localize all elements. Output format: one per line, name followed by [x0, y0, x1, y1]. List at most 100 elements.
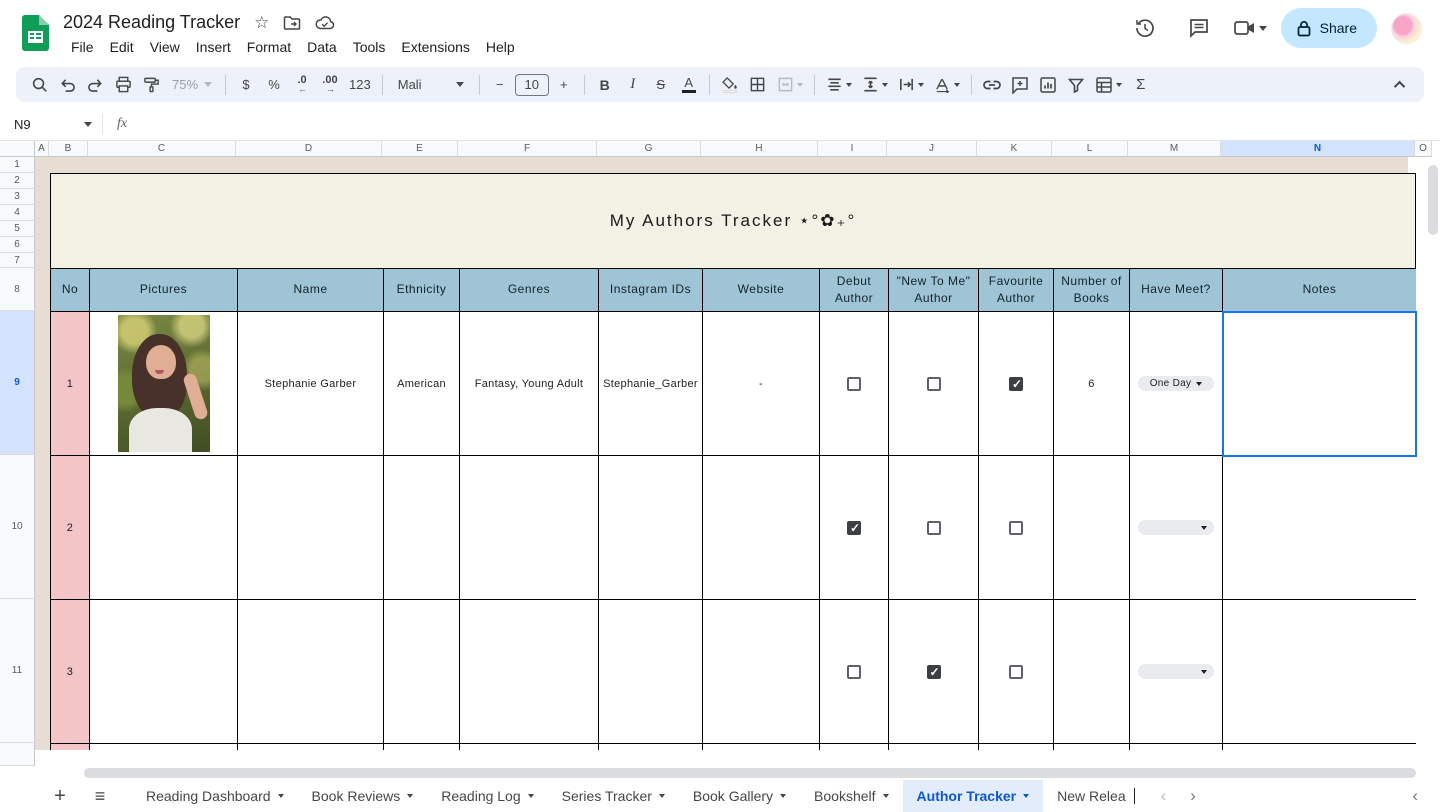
cell-genres[interactable] [460, 600, 599, 744]
menu-help[interactable]: Help [478, 37, 523, 57]
font-size-input[interactable]: 10 [514, 73, 549, 96]
cell-website[interactable] [703, 744, 820, 750]
have-meet-dropdown[interactable] [1138, 664, 1214, 679]
cell-instagram[interactable] [599, 456, 703, 600]
menu-insert[interactable]: Insert [188, 37, 239, 57]
cell-debut-author[interactable] [820, 456, 889, 600]
all-sheets-menu-button[interactable]: ≡ [84, 780, 116, 812]
sheets-logo-icon[interactable] [22, 15, 49, 51]
cell-favourite-author[interactable] [979, 456, 1054, 600]
checkbox[interactable] [847, 664, 861, 679]
header-favourite-author[interactable]: Favourite Author [979, 269, 1054, 312]
insert-link-button[interactable] [979, 72, 1005, 98]
column-header-k[interactable]: K [977, 141, 1052, 157]
have-meet-dropdown[interactable]: One Day [1138, 376, 1214, 391]
column-header-a[interactable]: A [35, 141, 49, 157]
row-header-4[interactable]: 4 [0, 205, 35, 221]
cell-ethnicity[interactable] [384, 744, 460, 750]
print-button[interactable] [110, 72, 136, 98]
column-header-c[interactable]: C [88, 141, 236, 157]
text-rotation-button[interactable] [930, 72, 964, 98]
select-all-corner[interactable] [0, 141, 35, 157]
insert-comment-button[interactable] [1007, 72, 1033, 98]
cell-number-of-books[interactable] [1054, 456, 1130, 600]
create-filter-button[interactable] [1063, 72, 1089, 98]
tab-book-gallery[interactable]: Book Gallery [679, 780, 800, 812]
zoom-select[interactable]: 75% [166, 72, 218, 98]
row-header-5[interactable]: 5 [0, 221, 35, 237]
functions-button[interactable]: Σ [1128, 72, 1154, 98]
cell-genres[interactable]: Fantasy, Young Adult [460, 312, 599, 456]
menu-edit[interactable]: Edit [102, 37, 142, 57]
meet-caret-down-icon[interactable] [1258, 25, 1267, 31]
cell-favourite-author[interactable] [979, 312, 1054, 456]
column-header-g[interactable]: G [597, 141, 701, 157]
header-new-to-me-author[interactable]: "New To Me" Author [889, 269, 979, 312]
tab-caret-icon[interactable] [658, 794, 665, 798]
font-family-select[interactable]: Mali [390, 72, 472, 98]
decrease-font-size-button[interactable]: − [487, 72, 513, 98]
cloud-saved-icon[interactable] [315, 15, 335, 31]
header-instagram-ids[interactable]: Instagram IDs [599, 269, 703, 312]
strikethrough-button[interactable]: S [648, 72, 674, 98]
cell-debut-author[interactable] [820, 744, 889, 750]
cell-ethnicity[interactable]: American [384, 312, 460, 456]
cell-name[interactable] [238, 456, 384, 600]
column-header-b[interactable]: B [49, 141, 88, 157]
header-genres[interactable]: Genres [460, 269, 599, 312]
column-header-n-selected[interactable]: N [1221, 141, 1415, 157]
cell-have-meet[interactable] [1130, 600, 1223, 744]
cell-website[interactable] [703, 600, 820, 744]
insert-chart-button[interactable] [1035, 72, 1061, 98]
cell-notes-selected[interactable] [1222, 311, 1417, 457]
text-color-button[interactable]: A [676, 72, 702, 98]
cell-name[interactable] [238, 744, 384, 750]
menu-view[interactable]: View [142, 37, 188, 57]
tab-caret-icon[interactable] [527, 794, 534, 798]
cell-have-meet[interactable] [1130, 456, 1223, 600]
column-header-m[interactable]: M [1128, 141, 1221, 157]
cell-have-meet[interactable] [1130, 744, 1223, 750]
header-website[interactable]: Website [703, 269, 820, 312]
cell-no[interactable]: 1 [51, 312, 90, 456]
cell-website[interactable] [703, 456, 820, 600]
tab-book-reviews[interactable]: Book Reviews [298, 780, 428, 812]
column-header-l[interactable]: L [1052, 141, 1128, 157]
cell-number-of-books[interactable] [1054, 600, 1130, 744]
vertical-align-caret-icon[interactable] [881, 82, 888, 87]
column-header-f[interactable]: F [458, 141, 597, 157]
cell-have-meet[interactable]: One Day [1130, 312, 1223, 456]
cell-new-to-me-author[interactable] [889, 312, 979, 456]
tab-bookshelf[interactable]: Bookshelf [800, 780, 902, 812]
cell-notes[interactable] [1223, 744, 1416, 750]
cell-picture[interactable] [90, 456, 238, 600]
add-sheet-button[interactable]: + [44, 780, 76, 812]
tab-reading-dashboard[interactable]: Reading Dashboard [132, 780, 298, 812]
menu-data[interactable]: Data [299, 37, 345, 57]
horizontal-scrollbar[interactable] [84, 768, 1416, 778]
meet-join-call-button[interactable] [1233, 18, 1267, 38]
document-title[interactable]: 2024 Reading Tracker [63, 12, 240, 33]
row-header-8[interactable]: 8 [0, 268, 35, 311]
more-number-formats-button[interactable]: 123 [345, 72, 375, 98]
cell-debut-author[interactable] [820, 312, 889, 456]
cell-favourite-author[interactable] [979, 600, 1054, 744]
table-title-banner[interactable]: My Authors Tracker ⋆°✿₊° [51, 174, 1415, 269]
header-name[interactable]: Name [238, 269, 384, 312]
text-rotation-caret-icon[interactable] [953, 82, 960, 87]
checkbox[interactable] [1009, 376, 1023, 391]
cell-new-to-me-author[interactable] [889, 456, 979, 600]
cell-notes[interactable] [1223, 456, 1416, 600]
menu-file[interactable]: File [63, 37, 102, 57]
column-header-e[interactable]: E [382, 141, 458, 157]
checkbox[interactable] [926, 520, 941, 535]
cell-name[interactable]: Stephanie Garber [238, 312, 384, 456]
search-menus-icon[interactable] [26, 72, 52, 98]
tab-new-releases[interactable]: New Relea [1043, 780, 1148, 812]
name-box[interactable]: N9 [0, 117, 102, 132]
table-views-button[interactable] [1091, 72, 1126, 98]
undo-button[interactable] [54, 72, 80, 98]
tab-caret-icon[interactable] [407, 794, 414, 798]
collapse-toolbar-button[interactable] [1388, 72, 1414, 98]
cell-new-to-me-author[interactable] [889, 744, 979, 750]
